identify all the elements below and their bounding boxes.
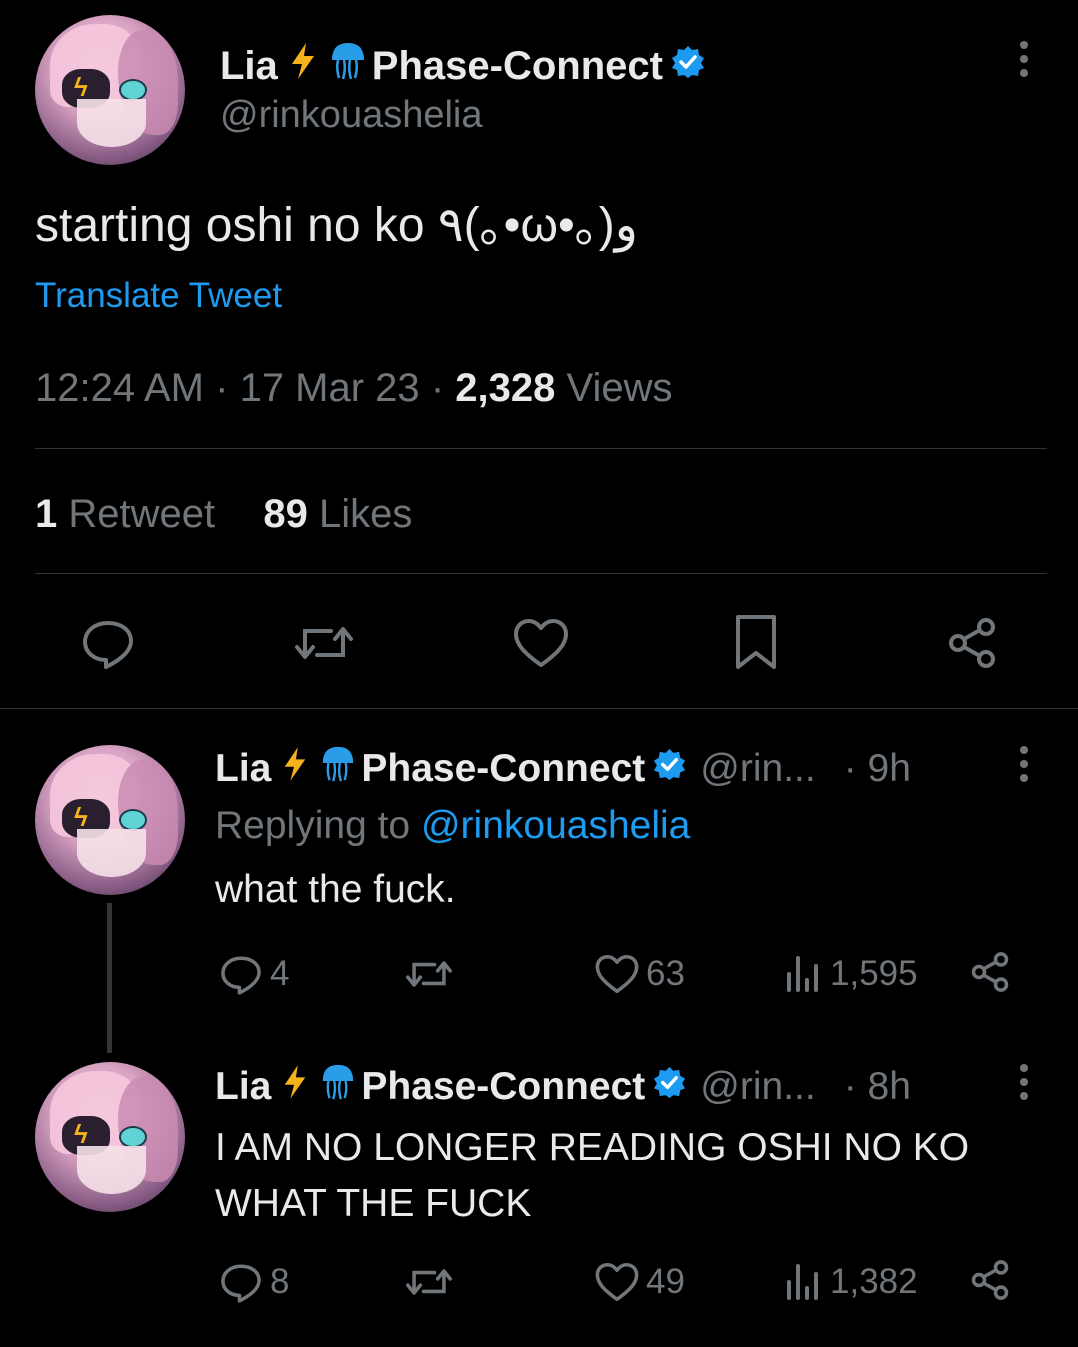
reply-icon[interactable] — [80, 615, 136, 676]
reply-count[interactable]: 8 — [218, 1260, 289, 1304]
display-name[interactable]: Lia — [215, 747, 271, 791]
lightning-icon — [288, 41, 318, 91]
avatar[interactable]: ϟ — [35, 745, 185, 895]
views-label: Views — [566, 366, 673, 410]
reply-text-line: WHAT THE FUCK — [215, 1182, 532, 1225]
likes-stat[interactable]: 89 Likes — [263, 492, 412, 536]
reply-age[interactable]: · 8h — [844, 1065, 911, 1109]
replying-to-handle[interactable]: @rinkouashelia — [421, 804, 690, 847]
share-icon[interactable] — [968, 950, 1012, 999]
like-icon — [595, 954, 639, 994]
reply-age[interactable]: · 9h — [844, 747, 911, 791]
lightning-icon — [281, 745, 309, 793]
handle[interactable]: @rin... — [700, 747, 815, 791]
reply-text: I AM NO LONGER READING OSHI NO KO WHAT T… — [215, 1120, 969, 1232]
handle[interactable]: @rin... — [700, 1065, 815, 1109]
tweet-date[interactable]: 17 Mar 23 — [240, 366, 420, 410]
reply-header: Lia Phase-Connect @rin... · 9h — [215, 744, 911, 794]
more-icon[interactable] — [1014, 1063, 1034, 1108]
like-icon[interactable] — [512, 615, 570, 676]
jellyfish-icon — [328, 40, 368, 92]
author-name-row[interactable]: Lia Phase-Connect — [220, 40, 705, 92]
engagement-stats: 1 Retweet 89 Likes — [35, 492, 412, 537]
display-name[interactable]: Lia — [215, 1065, 271, 1109]
affiliation-name: Phase-Connect — [361, 747, 646, 790]
verified-badge-icon — [653, 1065, 686, 1109]
more-icon[interactable] — [1014, 40, 1034, 85]
reply-text: what the fuck. — [215, 868, 456, 911]
bookmark-icon[interactable] — [730, 613, 782, 678]
handle[interactable]: @rinkouashelia — [220, 94, 483, 137]
replying-to: Replying to @rinkouashelia — [215, 804, 691, 847]
reply-count[interactable]: 4 — [218, 952, 289, 996]
views-icon — [787, 1264, 818, 1300]
view-count[interactable]: 1,595 — [784, 952, 918, 996]
avatar[interactable]: ϟ — [35, 1062, 185, 1212]
share-icon[interactable] — [944, 615, 1000, 676]
affiliation-name: Phase-Connect — [361, 1065, 646, 1108]
retweet-icon[interactable] — [403, 1260, 461, 1304]
like-count[interactable]: 49 — [594, 1260, 685, 1304]
thread-line — [107, 903, 112, 1053]
jellyfish-icon — [319, 1062, 357, 1112]
views-icon — [787, 956, 818, 992]
like-icon — [595, 1262, 639, 1302]
retweet-icon[interactable] — [403, 952, 461, 996]
verified-badge-icon — [671, 44, 705, 89]
view-count[interactable]: 1,382 — [784, 1260, 918, 1304]
share-icon[interactable] — [968, 1258, 1012, 1307]
views-count: 2,328 — [455, 366, 556, 410]
affiliation-name: Phase-Connect — [371, 43, 663, 88]
verified-badge-icon — [653, 747, 686, 791]
translate-tweet-link[interactable]: Translate Tweet — [35, 276, 282, 316]
like-count[interactable]: 63 — [594, 952, 685, 996]
display-name[interactable]: Lia — [220, 44, 278, 89]
jellyfish-icon — [319, 744, 357, 794]
reply-icon — [221, 1264, 261, 1303]
retweet-icon[interactable] — [293, 615, 355, 676]
reply-icon — [221, 956, 261, 995]
tweet-text: starting oshi no ko ٩(｡•ω•｡)و — [35, 199, 638, 252]
tweet-meta: 12:24 AM · 17 Mar 23 · 2,328 Views — [35, 366, 673, 410]
divider — [35, 573, 1047, 574]
retweets-stat[interactable]: 1 Retweet — [35, 492, 226, 536]
divider — [35, 448, 1047, 449]
lightning-icon — [281, 1063, 309, 1111]
reply-text-line: I AM NO LONGER READING OSHI NO KO — [215, 1126, 970, 1169]
reply-header: Lia Phase-Connect @rin... · 8h — [215, 1062, 911, 1112]
more-icon[interactable] — [1014, 745, 1034, 790]
divider — [0, 708, 1078, 709]
tweet-time[interactable]: 12:24 AM — [35, 366, 204, 410]
avatar[interactable]: ϟ — [35, 15, 185, 165]
